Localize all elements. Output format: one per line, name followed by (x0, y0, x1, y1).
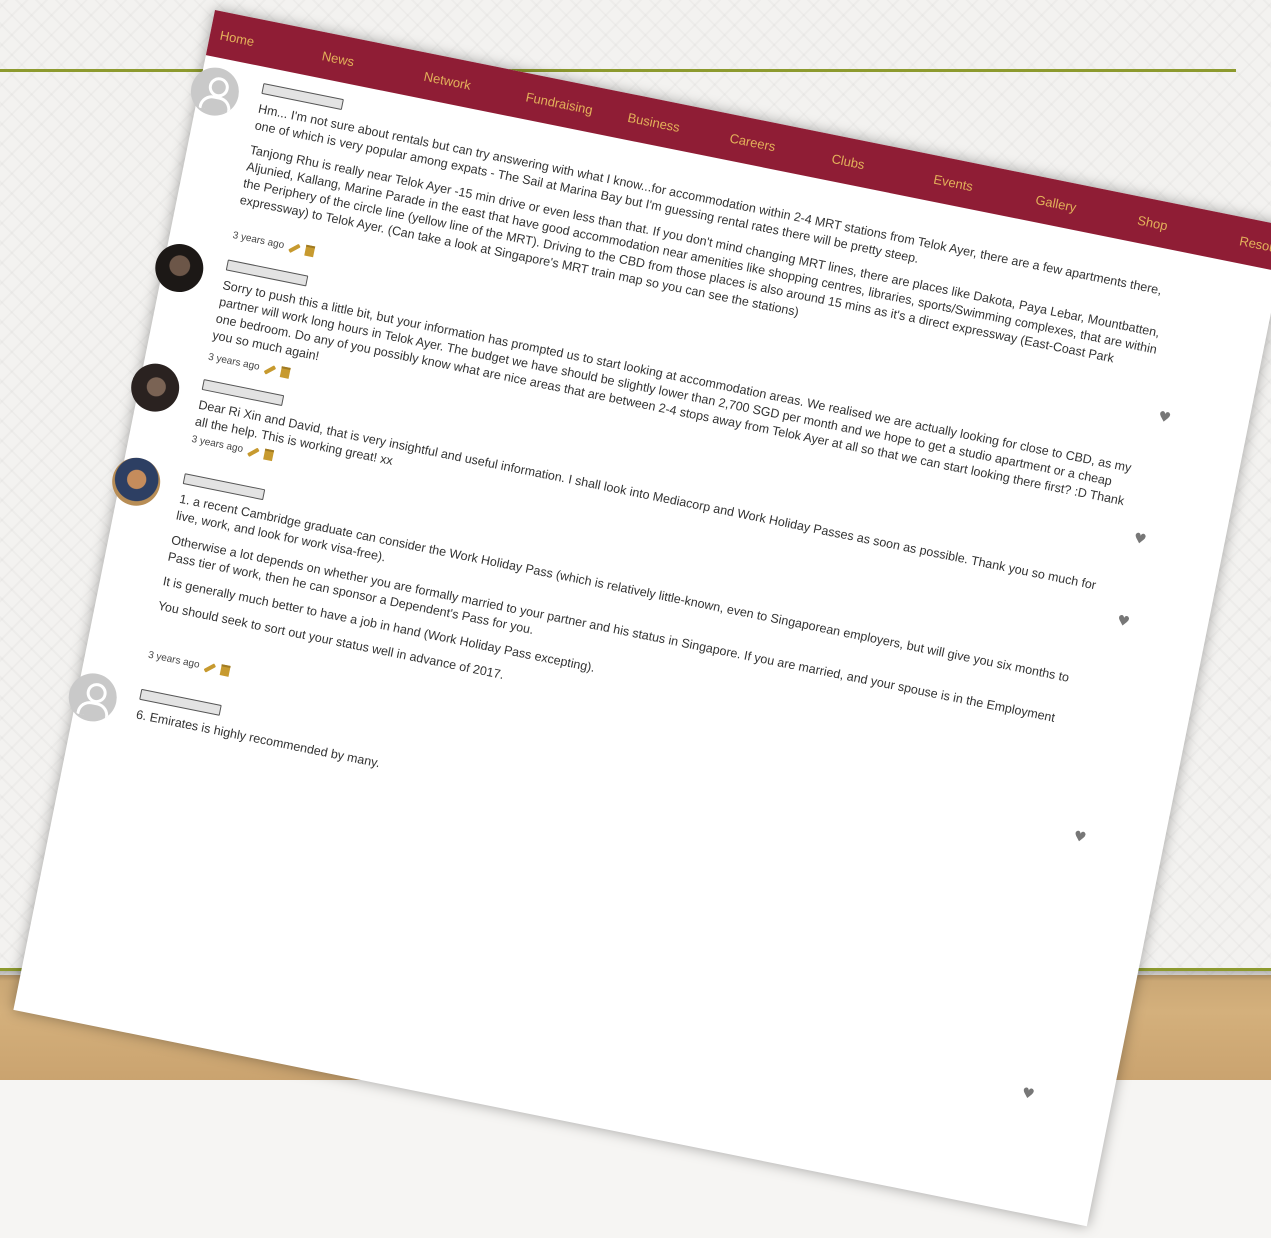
trash-icon[interactable] (304, 244, 316, 258)
nav-business[interactable]: Business (627, 109, 732, 144)
comment-meta: 3 years ago (147, 650, 231, 677)
nav-clubs[interactable]: Clubs (830, 151, 935, 186)
nav-shop[interactable]: Shop (1136, 212, 1241, 247)
forum-screenshot: Home News Network Fundraising Business C… (13, 10, 1271, 1227)
pencil-icon[interactable] (288, 243, 302, 253)
comment-time: 3 years ago (147, 649, 201, 671)
heart-icon[interactable]: ♥ (1020, 1085, 1035, 1103)
nav-gallery[interactable]: Gallery (1034, 192, 1139, 227)
slide-rule-top (0, 69, 1236, 72)
nav-home[interactable]: Home (219, 27, 324, 62)
heart-icon[interactable]: ♥ (1157, 409, 1172, 427)
trash-icon[interactable] (263, 448, 275, 462)
nav-resources[interactable]: Resources (1238, 233, 1271, 268)
trash-icon[interactable] (279, 366, 291, 379)
nav-careers[interactable]: Careers (729, 130, 834, 165)
pencil-icon[interactable] (264, 364, 277, 375)
pencil-icon[interactable] (247, 447, 260, 457)
heart-icon[interactable]: ♥ (1072, 828, 1087, 846)
comment-time: 3 years ago (231, 230, 286, 252)
nav-network[interactable]: Network (423, 68, 528, 103)
nav-events[interactable]: Events (932, 171, 1037, 206)
nav-fundraising[interactable]: Fundraising (525, 89, 630, 124)
heart-icon[interactable]: ♥ (1132, 530, 1147, 548)
nav-news[interactable]: News (321, 48, 426, 83)
comment-meta: 3 years ago (231, 230, 316, 258)
pencil-icon[interactable] (203, 662, 217, 673)
heart-icon[interactable]: ♥ (1116, 613, 1131, 631)
trash-icon[interactable] (219, 664, 231, 677)
